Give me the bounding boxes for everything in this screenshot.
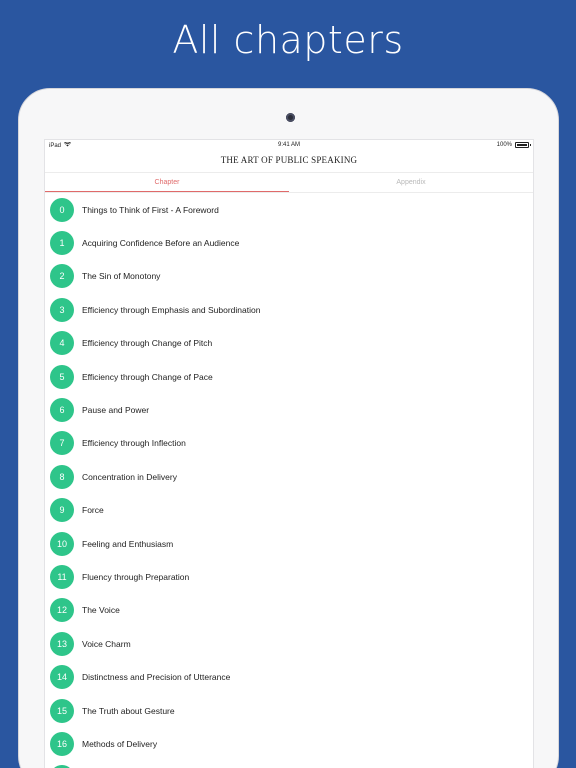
- chapter-row-partial[interactable]: [45, 761, 533, 768]
- chapter-title: Efficiency through Change of Pace: [82, 371, 213, 382]
- chapter-row[interactable]: 13 Voice Charm: [45, 627, 533, 660]
- chapter-title: Feeling and Enthusiasm: [82, 538, 174, 549]
- status-time: 9:41 AM: [277, 142, 300, 148]
- chapter-row[interactable]: 14 Distinctness and Precision of Utteranc…: [45, 660, 533, 693]
- promo-heading: All chapters: [172, 18, 404, 62]
- chapter-number-badge: 12: [50, 598, 74, 623]
- chapter-number-badge: 14: [50, 665, 74, 690]
- chapter-row[interactable]: 9 Force: [45, 494, 533, 527]
- camera-icon: [286, 113, 295, 122]
- tab-chapter[interactable]: Chapter: [45, 173, 289, 192]
- chapter-title: Acquiring Confidence Before an Audience: [82, 238, 240, 249]
- chapter-row[interactable]: 16 Methods of Delivery: [45, 727, 533, 760]
- chapter-number-badge: 3: [50, 297, 74, 322]
- chapter-title: Pause and Power: [82, 405, 150, 416]
- chapter-row[interactable]: 2 The Sin of Monotony: [45, 260, 533, 293]
- chapter-number-badge: 9: [50, 498, 74, 523]
- chapter-row[interactable]: 11 Fluency through Preparation: [45, 560, 533, 593]
- chapter-title: Things to Think of First - A Foreword: [82, 204, 219, 215]
- chapter-title: The Truth about Gesture: [82, 705, 175, 716]
- chapter-row[interactable]: 1 Acquiring Confidence Before an Audience: [45, 226, 533, 259]
- chapter-title: Voice Charm: [82, 638, 131, 649]
- chapter-number-badge: 8: [50, 464, 74, 489]
- nav-title: THE ART OF PUBLIC SPEAKING: [220, 155, 358, 165]
- chapter-title: Fluency through Preparation: [82, 571, 190, 582]
- chapter-number-badge: 13: [50, 631, 74, 656]
- chapter-title: The Sin of Monotony: [82, 271, 161, 282]
- chapter-number-badge: 7: [50, 431, 74, 456]
- chapter-row[interactable]: 0 Things to Think of First - A Foreword: [45, 193, 533, 226]
- ipad-frame: iPad 9:41 AM 100% THE ART OF PUBLIC SPEA…: [18, 88, 559, 768]
- chapter-title: Efficiency through Inflection: [82, 438, 186, 449]
- chapter-row[interactable]: 12 The Voice: [45, 594, 533, 627]
- chapter-row[interactable]: 3 Efficiency through Emphasis and Subordi…: [45, 293, 533, 326]
- chapter-title: Efficiency through Change of Pitch: [82, 338, 213, 349]
- chapter-number-badge: 15: [50, 698, 74, 723]
- chapter-row[interactable]: 8 Concentration in Delivery: [45, 460, 533, 493]
- chapter-title: Methods of Delivery: [82, 738, 158, 749]
- chapter-number-badge: 1: [50, 231, 74, 256]
- chapter-title: Efficiency through Emphasis and Subordin…: [82, 304, 261, 315]
- battery-icon: [515, 142, 531, 148]
- chapter-number-badge: 6: [50, 398, 74, 423]
- chapter-row[interactable]: 5 Efficiency through Change of Pace: [45, 360, 533, 393]
- chapter-row[interactable]: 6 Pause and Power: [45, 393, 533, 426]
- chapter-number-badge: 4: [50, 331, 74, 356]
- chapter-number-badge: 5: [50, 364, 74, 389]
- chapter-row[interactable]: 10 Feeling and Enthusiasm: [45, 527, 533, 560]
- tab-appendix[interactable]: Appendix: [289, 173, 533, 192]
- app-screen: iPad 9:41 AM 100% THE ART OF PUBLIC SPEA…: [44, 139, 534, 768]
- chapter-number-badge: 10: [50, 531, 74, 556]
- chapter-title: Force: [82, 505, 104, 516]
- chapter-row[interactable]: 4 Efficiency through Change of Pitch: [45, 327, 533, 360]
- chapter-number-badge: 0: [50, 197, 74, 222]
- chapter-title: The Voice: [82, 605, 120, 616]
- status-bar: iPad 9:41 AM 100%: [45, 140, 533, 152]
- chapter-title: Distinctness and Precision of Utterance: [82, 672, 231, 683]
- chapter-number-badge: 16: [50, 731, 74, 756]
- battery-percent: 100%: [496, 142, 512, 148]
- chapter-row[interactable]: 15 The Truth about Gesture: [45, 694, 533, 727]
- segment-tabs: Chapter Appendix: [45, 172, 533, 193]
- chapter-number-badge: 2: [50, 264, 74, 289]
- chapter-row[interactable]: 7 Efficiency through Inflection: [45, 427, 533, 460]
- chapter-number-badge: 11: [50, 564, 74, 589]
- chapter-title: Concentration in Delivery: [82, 471, 177, 482]
- chapter-list: 0 Things to Think of First - A Foreword 1…: [45, 193, 533, 768]
